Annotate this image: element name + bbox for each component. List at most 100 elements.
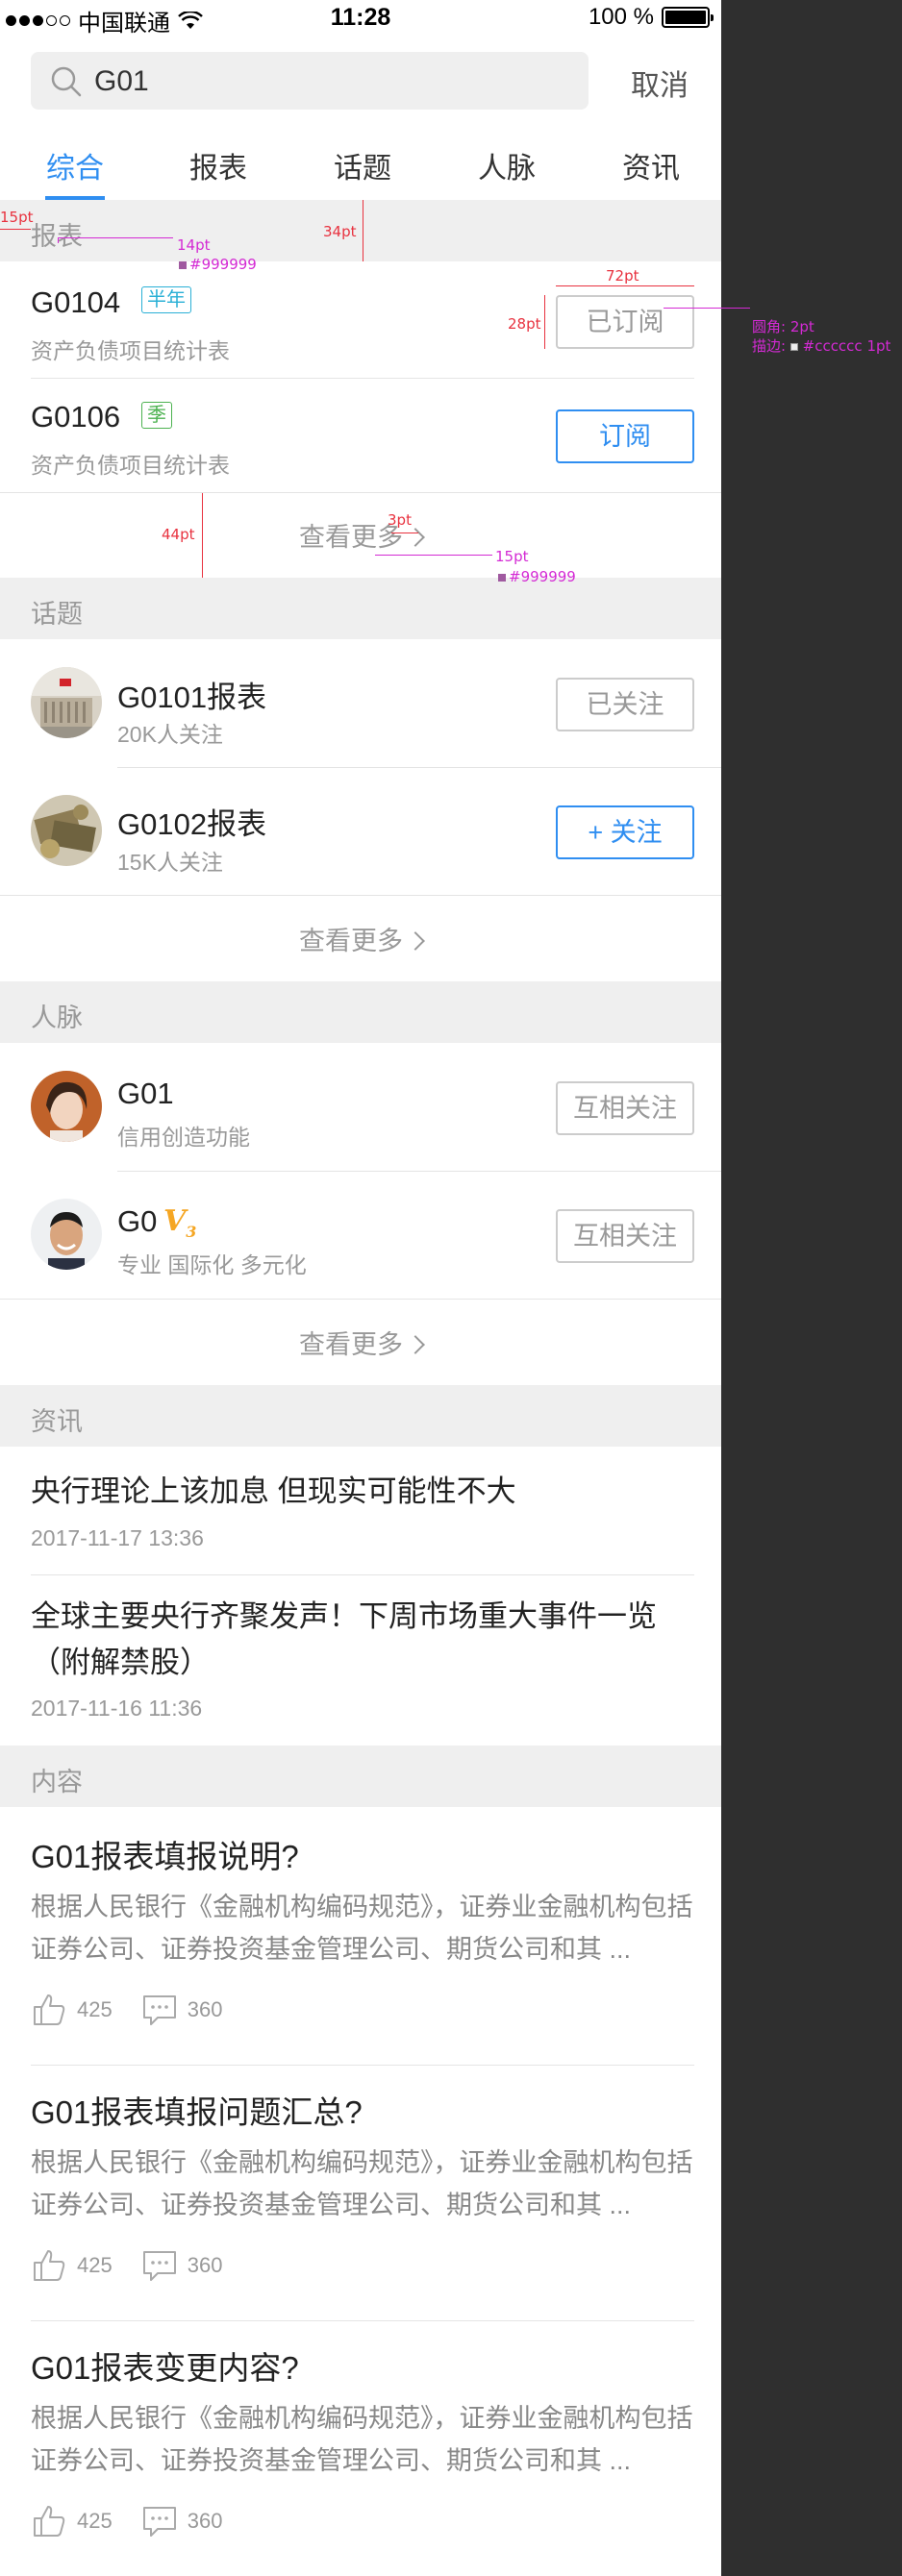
mutual-follow-button[interactable]: 互相关注 (556, 1081, 694, 1135)
annotation-line (544, 295, 545, 349)
annotation-color: #999999 (498, 568, 576, 585)
tab-news[interactable]: 资讯 (598, 144, 704, 186)
content-stats: 425 360 (31, 1992, 251, 2028)
annotation-color-value: #999999 (509, 568, 576, 585)
subscribe-button[interactable]: 订阅 (556, 409, 694, 463)
annotation-line (202, 493, 203, 578)
annotation-34pt: 34pt (323, 223, 357, 240)
divider (0, 895, 721, 896)
tab-all[interactable]: 综合 (22, 144, 128, 186)
person-description: 专业 国际化 多元化 (117, 1252, 307, 1277)
annotation-44pt: 44pt (162, 526, 195, 543)
annotation-3pt: 3pt (388, 511, 412, 529)
section-title: 报表 (31, 222, 83, 251)
annotation-line (0, 229, 31, 230)
comment-icon[interactable] (141, 2503, 178, 2539)
topic-avatar (31, 795, 102, 866)
like-count: 425 (77, 2253, 113, 2277)
battery-icon (662, 7, 714, 28)
content-stats: 425 360 (31, 2247, 251, 2284)
like-count: 425 (77, 1997, 113, 2021)
comment-count: 360 (187, 2253, 223, 2277)
battery-percent: 100 % (588, 4, 654, 30)
content-title[interactable]: G01报表填报说明? (31, 1831, 299, 1877)
more-reports-link[interactable]: 查看更多 (0, 516, 721, 554)
cancel-button[interactable]: 取消 (631, 62, 689, 104)
comment-count: 360 (187, 1997, 223, 2021)
topic-followers: 20K人关注 (117, 722, 223, 747)
report-subtitle: 资产负债项目统计表 (31, 338, 230, 363)
annotation-stroke: 描边: #cccccc 1pt (752, 335, 890, 356)
annotation-radius: 圆角: 2pt (752, 318, 814, 335)
news-time: 2017-11-17 13:36 (31, 1525, 204, 1550)
search-icon (51, 66, 82, 97)
chevron-right-icon (406, 1335, 425, 1354)
report-title[interactable]: G0106 (31, 400, 120, 434)
section-header-content: 内容 (0, 1746, 721, 1807)
person-description: 信用创造功能 (117, 1125, 250, 1150)
annotation-line (556, 285, 694, 286)
section-title: 人脉 (31, 1003, 83, 1032)
mutual-follow-button[interactable]: 互相关注 (556, 1209, 694, 1263)
comment-icon[interactable] (141, 1992, 178, 2028)
divider (31, 1574, 694, 1575)
content-stats: 425 360 (31, 2503, 251, 2539)
divider (31, 378, 694, 379)
status-right: 100 % (588, 4, 714, 31)
phone-screen: 中国联通 11:28 100 % G01 取消 综合 报表 话题 人脉 资讯 报… (0, 0, 721, 2576)
tab-bar: 综合 报表 话题 人脉 资讯 (0, 125, 721, 200)
topic-title[interactable]: G0101报表 (117, 673, 266, 716)
divider (0, 1299, 721, 1300)
person-avatar[interactable] (31, 1071, 102, 1142)
follow-button[interactable]: + 关注 (556, 805, 694, 859)
vip-badge-icon: V3 (163, 1204, 197, 1241)
annotation-line (375, 538, 492, 556)
section-title: 内容 (31, 1768, 83, 1796)
report-subtitle: 资产负债项目统计表 (31, 453, 230, 478)
section-header-topics: 话题 (0, 578, 721, 639)
search-input[interactable]: G01 (31, 52, 589, 110)
person-avatar[interactable] (31, 1199, 102, 1270)
content-title[interactable]: G01报表变更内容? (31, 2342, 299, 2389)
divider (0, 492, 721, 493)
more-people-link[interactable]: 查看更多 (0, 1324, 721, 1361)
section-title: 资讯 (31, 1407, 83, 1436)
annotation-color-value: #999999 (189, 256, 257, 273)
tab-topics[interactable]: 话题 (310, 144, 415, 186)
like-icon[interactable] (31, 2503, 67, 2539)
like-icon[interactable] (31, 2247, 67, 2284)
search-value: G01 (94, 65, 149, 97)
report-badge: 季 (141, 402, 172, 429)
following-button[interactable]: 已关注 (556, 678, 694, 731)
more-label: 查看更多 (299, 927, 403, 955)
annotation-28pt: 28pt (508, 315, 541, 333)
more-topics-link[interactable]: 查看更多 (0, 920, 721, 957)
section-header-news: 资讯 (0, 1385, 721, 1447)
annotation-line (58, 237, 173, 243)
person-name[interactable]: G0 (117, 1204, 157, 1239)
topic-followers: 15K人关注 (117, 850, 223, 875)
annotation-line (664, 308, 750, 325)
annotation-14pt: 14pt (177, 236, 211, 254)
content-body: 根据人民银行《金融机构编码规范》，证券业金融机构包括证券公司、证券投资基金管理公… (31, 2404, 693, 2475)
like-count: 425 (77, 2509, 113, 2533)
tab-reports[interactable]: 报表 (165, 144, 271, 186)
person-name[interactable]: G01 (117, 1077, 174, 1111)
status-bar: 中国联通 11:28 100 % (0, 0, 721, 38)
like-icon[interactable] (31, 1992, 67, 2028)
tab-people[interactable]: 人脉 (454, 144, 560, 186)
content-title[interactable]: G01报表填报问题汇总? (31, 2087, 363, 2133)
topic-title[interactable]: G0102报表 (117, 800, 266, 843)
news-title[interactable]: 央行理论上该加息 但现实可能性不大 (31, 1469, 694, 1515)
comment-icon[interactable] (141, 2247, 178, 2284)
content-body: 根据人民银行《金融机构编码规范》，证券业金融机构包括证券公司、证券投资基金管理公… (31, 2148, 693, 2219)
divider (31, 2320, 694, 2321)
report-title[interactable]: G0104 (31, 285, 120, 320)
annotation-stroke-label: 描边: (752, 337, 787, 355)
more-label: 查看更多 (299, 1330, 403, 1359)
news-title[interactable]: 全球主要央行齐聚发声！下周市场重大事件一览（附解禁股） (31, 1594, 694, 1686)
divider (117, 1171, 721, 1172)
annotation-15pt: 15pt (0, 209, 34, 226)
report-badge: 半年 (141, 286, 191, 313)
divider (117, 767, 721, 768)
